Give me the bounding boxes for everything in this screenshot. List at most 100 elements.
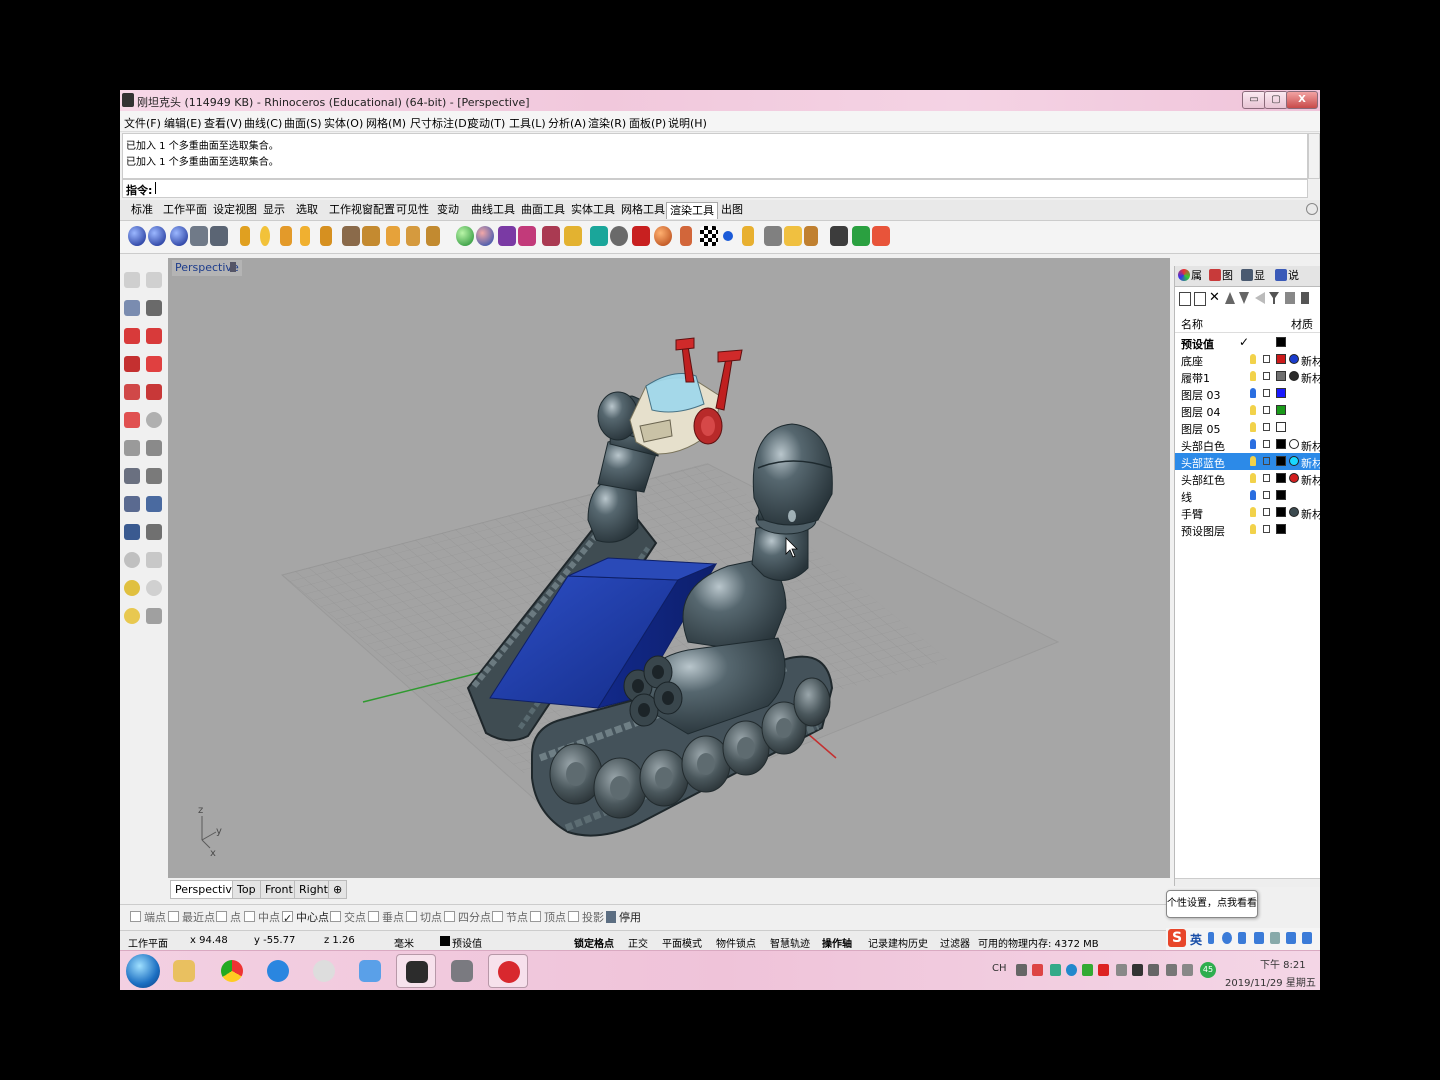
menu-file[interactable]: 文件(F) xyxy=(124,115,161,131)
skin-icon[interactable] xyxy=(1286,932,1296,944)
polyline-tool-icon[interactable] xyxy=(146,300,162,316)
sun-icon[interactable] xyxy=(362,226,380,246)
tab-standard[interactable]: 标准 xyxy=(128,202,156,218)
delete-layer-icon[interactable]: ✕ xyxy=(1209,291,1221,304)
tab-front[interactable]: Front xyxy=(260,880,298,899)
layer-color-swatch[interactable] xyxy=(1276,524,1286,534)
command-history-scrollbar[interactable] xyxy=(1308,133,1320,179)
lightbulb-icon[interactable] xyxy=(1250,439,1256,449)
lightbulb-icon[interactable] xyxy=(1250,354,1256,364)
menu-surface[interactable]: 曲面(S) xyxy=(284,115,322,131)
ime-language[interactable]: 英 xyxy=(1190,931,1202,948)
tray-app-icon[interactable] xyxy=(1032,964,1043,976)
tab-visibility[interactable]: 可见性 xyxy=(393,202,432,218)
status-grid-snap[interactable]: 锁定格点 xyxy=(574,935,614,950)
add-viewport-tab-button[interactable]: ⊕ xyxy=(328,880,348,899)
layer-row[interactable]: 线 xyxy=(1175,487,1320,504)
menu-analyze[interactable]: 分析(A) xyxy=(548,115,586,131)
move-up-icon[interactable] xyxy=(1225,292,1235,304)
new-sublayer-icon[interactable] xyxy=(1194,292,1206,306)
menu-help[interactable]: 说明(H) xyxy=(668,115,707,131)
tab-solid-tools[interactable]: 实体工具 xyxy=(568,202,618,218)
keyboard-icon[interactable] xyxy=(1254,932,1264,944)
layer-row[interactable]: 手臂 新材 xyxy=(1175,504,1320,521)
tab-render-tools[interactable]: 渲染工具 xyxy=(666,202,718,219)
tab-surface-tools[interactable]: 曲面工具 xyxy=(518,202,568,218)
tab-display[interactable]: 显示 xyxy=(260,202,288,218)
layer-row[interactable]: 图层 03 xyxy=(1175,385,1320,402)
layer-row[interactable]: 图层 04 xyxy=(1175,402,1320,419)
box-mapping-icon[interactable] xyxy=(564,226,582,246)
array-tool-icon[interactable] xyxy=(146,468,162,484)
render-window-icon[interactable] xyxy=(148,226,166,246)
maximize-button[interactable]: ▢ xyxy=(1264,91,1288,109)
light-edit-icon[interactable] xyxy=(386,226,400,246)
cube-map-icon[interactable] xyxy=(590,226,608,246)
column-name[interactable]: 名称 xyxy=(1181,316,1203,332)
network-icon[interactable] xyxy=(1116,964,1127,976)
tab-mesh-tools[interactable]: 网格工具 xyxy=(618,202,668,218)
record-icon[interactable] xyxy=(872,226,890,246)
emoji-icon[interactable] xyxy=(1222,932,1232,944)
menu-transform[interactable]: 变动(T) xyxy=(468,115,505,131)
lock-icon[interactable] xyxy=(1263,491,1270,499)
lightbulb-icon[interactable] xyxy=(1250,456,1256,466)
osnap-near[interactable]: 最近点 xyxy=(168,909,215,925)
lock-icon[interactable] xyxy=(1263,474,1270,482)
snap-icon[interactable] xyxy=(124,608,140,624)
light-aim-icon[interactable] xyxy=(406,226,420,246)
gear-icon[interactable] xyxy=(1306,203,1318,215)
select-arrow-icon[interactable] xyxy=(124,272,140,288)
render-icon[interactable] xyxy=(128,226,146,246)
analyze-icon[interactable] xyxy=(124,580,140,596)
light-tool-icon[interactable] xyxy=(342,226,360,246)
panel-scrollbar[interactable] xyxy=(1175,878,1320,887)
tray-app-icon[interactable] xyxy=(1132,964,1143,976)
play-icon[interactable] xyxy=(852,226,870,246)
point-tool-icon[interactable] xyxy=(146,272,162,288)
light-target-icon[interactable] xyxy=(426,226,440,246)
layer-color-swatch[interactable] xyxy=(1276,405,1286,415)
menu-curve[interactable]: 曲线(C) xyxy=(244,115,282,131)
sun-settings-icon[interactable] xyxy=(804,226,818,246)
taskbar-explorer[interactable] xyxy=(164,954,204,988)
tab-layers[interactable]: 图 xyxy=(1209,268,1233,284)
osnap-center[interactable]: ✓ 中心点 xyxy=(282,909,329,925)
status-cplane[interactable]: 工作平面 xyxy=(128,935,168,950)
status-gumball[interactable]: 操作轴 xyxy=(822,935,852,950)
layer-color-swatch[interactable] xyxy=(1276,473,1286,483)
dimension-icon[interactable] xyxy=(146,608,162,624)
sphere-tool-icon[interactable] xyxy=(146,412,162,428)
status-smarttrack[interactable]: 智慧轨迹 xyxy=(770,935,810,950)
ground-plane-icon[interactable] xyxy=(654,226,672,246)
move-down-icon[interactable] xyxy=(1239,292,1249,304)
tab-select[interactable]: 选取 xyxy=(293,202,321,218)
fillet-tool-icon[interactable] xyxy=(124,524,140,540)
layer-row[interactable]: 预设图层 xyxy=(1175,521,1320,538)
tab-curve-tools[interactable]: 曲线工具 xyxy=(468,202,518,218)
close-button[interactable]: X xyxy=(1286,91,1318,109)
osnap-knot[interactable]: 节点 xyxy=(492,909,528,925)
volume-icon[interactable] xyxy=(1182,964,1193,976)
tray-app-icon[interactable] xyxy=(1066,964,1077,976)
viewport-capture-icon[interactable] xyxy=(830,226,848,246)
tab-properties[interactable]: 属 xyxy=(1178,268,1202,284)
circle-tool-icon[interactable] xyxy=(146,328,162,344)
material-swatch-icon[interactable] xyxy=(1289,473,1299,483)
tab-top[interactable]: Top xyxy=(232,880,261,899)
pencil-icon[interactable] xyxy=(742,226,754,246)
taskbar-browser[interactable] xyxy=(258,954,298,988)
menu-dimension[interactable]: 尺寸标注(D) xyxy=(410,115,471,131)
status-filter[interactable]: 过滤器 xyxy=(940,935,970,950)
polygon-tool-icon[interactable] xyxy=(124,384,140,400)
tray-badge[interactable]: 45 xyxy=(1200,962,1216,978)
texture-library-icon[interactable] xyxy=(632,226,650,246)
rhino-app-icon[interactable] xyxy=(122,93,134,107)
arc-tool-icon[interactable] xyxy=(124,356,140,372)
tray-app-icon[interactable] xyxy=(1050,964,1061,976)
layer-color-swatch[interactable] xyxy=(1276,337,1286,347)
material-swatch-icon[interactable] xyxy=(1289,456,1299,466)
status-history[interactable]: 记录建构历史 xyxy=(868,935,928,950)
new-layer-icon[interactable] xyxy=(1179,292,1191,306)
layer-row[interactable]: 头部红色 新材 xyxy=(1175,470,1320,487)
